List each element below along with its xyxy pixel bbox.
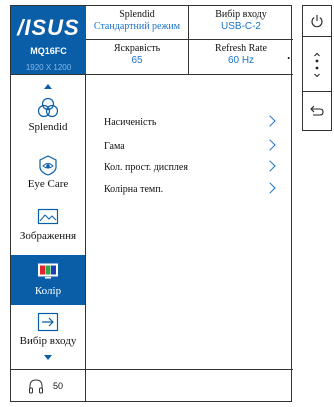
sidebar-item-input-select[interactable]: Вибір входу — [11, 311, 85, 361]
chevron-right-icon — [264, 115, 276, 127]
input-status: Вибір входу USB-C-2 — [189, 6, 293, 40]
sidebar-item-image[interactable]: Зображення — [11, 206, 85, 256]
splendid-status: Splendid Стандартний режим — [86, 6, 189, 40]
color-icon — [38, 263, 58, 279]
input-status-value: USB-C-2 — [220, 21, 261, 32]
menu-item-label: Колірна темп. — [104, 184, 164, 195]
back-button[interactable] — [303, 92, 331, 130]
chevron-right-icon — [264, 160, 276, 172]
scroll-down-icon[interactable] — [44, 355, 52, 360]
volume-value: 50 — [53, 381, 64, 391]
menu-item-color-temp[interactable]: Колірна темп. — [104, 180, 276, 200]
sidebar-item-label: Зображення — [19, 230, 77, 242]
joystick-icon — [314, 52, 320, 78]
image-icon — [37, 208, 59, 225]
splendid-status-label: Splendid — [119, 9, 155, 20]
sidebar-item-label: Splendid — [28, 121, 68, 133]
brand-panel: /ISUS MQ16FC 1920 X 1200 — [11, 6, 86, 74]
scroll-up-icon[interactable] — [44, 84, 52, 89]
menu-item-gamma[interactable]: Гама — [104, 137, 276, 157]
menu-item-saturation[interactable]: Насиченість — [104, 113, 276, 133]
sidebar-item-color[interactable]: Колір — [11, 255, 85, 305]
sidebar: Splendid Eye Care Зображення Колір Вибір… — [11, 74, 86, 369]
menu-item-color-space[interactable]: Кол. прост. дисплея — [104, 158, 276, 178]
model-name: MQ16FC — [30, 46, 67, 56]
back-icon — [310, 105, 324, 116]
navigation-joystick[interactable] — [303, 37, 331, 92]
menu-item-label: Кол. прост. дисплея — [104, 162, 188, 173]
menu-item-label: Насиченість — [104, 117, 157, 128]
status-panel: Splendid Стандартний режим Вибір входу U… — [86, 6, 293, 74]
chevron-right-icon — [264, 139, 276, 151]
color-submenu: Насиченість Гама Кол. прост. дисплея Кол… — [86, 74, 293, 369]
volume-indicator: 50 — [11, 369, 86, 402]
sidebar-item-label: Eye Care — [27, 178, 69, 190]
chevron-right-icon — [264, 182, 276, 194]
input-status-label: Вибір входу — [215, 9, 267, 20]
osd-menu: /ISUS MQ16FC 1920 X 1200 Splendid Станда… — [10, 5, 293, 402]
power-icon — [311, 15, 323, 28]
refresh-status-label: Refresh Rate — [215, 43, 267, 54]
brightness-status: Яскравість 65 — [86, 40, 189, 74]
footer-bar — [86, 369, 293, 402]
sidebar-item-label: Вибір входу — [19, 335, 77, 347]
eye-care-icon — [39, 155, 57, 176]
brightness-status-value: 65 — [131, 55, 143, 66]
refresh-status-value: 60 Hz — [227, 55, 255, 66]
dot-icon: • — [287, 54, 290, 63]
sidebar-item-label: Колір — [34, 285, 62, 297]
asus-logo: /ISUS — [17, 15, 80, 40]
brightness-status-label: Яскравість — [113, 43, 161, 54]
sidebar-item-eye-care[interactable]: Eye Care — [11, 154, 85, 204]
input-select-icon — [37, 312, 59, 332]
refresh-status: Refresh Rate 60 Hz • — [189, 40, 293, 74]
power-button[interactable] — [303, 6, 331, 37]
splendid-status-value: Стандартний режим — [93, 21, 181, 32]
headphones-icon — [29, 379, 43, 394]
menu-item-label: Гама — [104, 141, 125, 152]
splendid-icon — [37, 97, 59, 118]
sidebar-item-splendid[interactable]: Splendid — [11, 97, 85, 147]
resolution-text: 1920 X 1200 — [25, 63, 72, 72]
control-panel — [302, 5, 332, 131]
